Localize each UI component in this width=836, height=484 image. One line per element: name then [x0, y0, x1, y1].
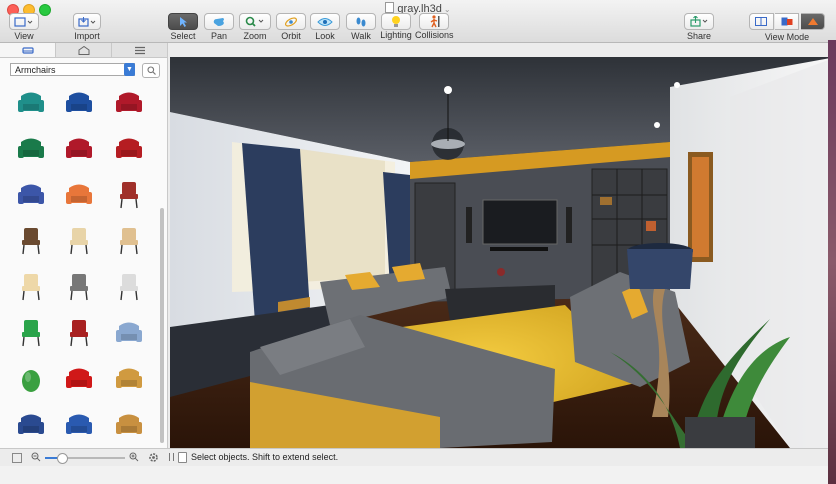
living-room-render — [170, 57, 836, 448]
catalog-scrollbar[interactable] — [160, 208, 164, 443]
furniture-item-armchair-lightblue[interactable] — [112, 315, 146, 349]
collision-figure-icon — [419, 13, 449, 30]
look-label: Look — [315, 31, 335, 41]
furniture-item-armchair-blue[interactable] — [62, 407, 96, 441]
orbit-label: Orbit — [281, 31, 301, 41]
orbit-icon — [276, 13, 306, 30]
furniture-item-chair-beige[interactable] — [62, 223, 96, 257]
furniture-item-armchair-tan[interactable] — [112, 407, 146, 441]
list-icon — [134, 46, 145, 54]
furniture-item-armchair-red[interactable] — [62, 131, 96, 165]
zoom-tool-button[interactable]: Zoom — [239, 13, 271, 41]
desktop-strip — [0, 466, 836, 484]
look-tool-button[interactable]: Look — [310, 13, 340, 41]
pan-tool-button[interactable]: Pan — [204, 13, 234, 41]
furniture-sidebar: Armchairs ▼ — [0, 43, 168, 448]
sofa-icon — [21, 46, 34, 54]
collisions-label: Collisions — [415, 30, 454, 40]
view-mode-control[interactable]: View Mode — [748, 13, 826, 42]
furniture-item-armchair-navy[interactable] — [14, 407, 48, 441]
zoom-in-icon[interactable] — [129, 452, 139, 462]
import-icon — [73, 13, 101, 30]
plan-view-icon[interactable] — [748, 13, 774, 30]
walk-label: Walk — [351, 31, 371, 41]
furniture-item-armchair-blue[interactable] — [62, 85, 96, 119]
view-label: View — [14, 31, 34, 41]
3d-view-canvas[interactable] — [170, 57, 836, 448]
share-button[interactable]: Share — [684, 13, 714, 41]
walk-tool-button[interactable]: Walk — [346, 13, 376, 41]
sidebar-tabs — [0, 43, 167, 58]
furniture-item-chair-white[interactable] — [112, 269, 146, 303]
thumbnail-size-slider[interactable] — [45, 453, 125, 464]
title-bar: gray.lh3d ⌄ View Import Select Pan Zoom O… — [0, 0, 836, 43]
view-mode-label: View Mode — [764, 32, 810, 42]
import-label: Import — [74, 31, 100, 41]
app-window: gray.lh3d ⌄ View Import Select Pan Zoom O… — [0, 0, 836, 484]
magnifier-icon — [239, 13, 271, 30]
hand-icon — [204, 13, 234, 30]
furniture-catalog-grid — [6, 81, 156, 444]
footprints-icon — [346, 13, 376, 30]
furniture-item-armchair-red[interactable] — [112, 131, 146, 165]
collisions-button[interactable]: Collisions — [415, 13, 454, 40]
select-label: Select — [170, 31, 196, 41]
status-message: Select objects. Shift to extend select. — [191, 452, 339, 462]
3d-view-icon[interactable] — [801, 13, 826, 30]
furniture-item-beanbag-green[interactable] — [14, 361, 48, 395]
share-label: Share — [686, 31, 712, 41]
furniture-item-office-chair-gray[interactable] — [62, 269, 96, 303]
view-icon — [9, 13, 39, 30]
view-button[interactable]: View — [9, 13, 39, 41]
select-tool-button[interactable]: Select — [168, 13, 198, 41]
lighting-button[interactable]: Lighting — [380, 13, 412, 40]
furniture-item-chair-beige[interactable] — [14, 269, 48, 303]
furniture-item-armchair-green[interactable] — [14, 131, 48, 165]
tab-list[interactable] — [112, 43, 167, 57]
desktop-background — [828, 40, 836, 484]
furniture-item-chair-red[interactable] — [62, 315, 96, 349]
cursor-arrow-icon — [168, 13, 198, 30]
furniture-item-chair-red[interactable] — [112, 177, 146, 211]
tab-furniture-catalog[interactable] — [0, 43, 56, 57]
furniture-item-armchair-red[interactable] — [62, 361, 96, 395]
furniture-item-chair-beige[interactable] — [112, 223, 146, 257]
search-icon — [146, 66, 156, 75]
category-select[interactable]: Armchairs ▼ — [10, 63, 135, 76]
furniture-item-armchair-teal[interactable] — [14, 85, 48, 119]
eye-icon — [310, 13, 340, 30]
furniture-item-armchair-orange[interactable] — [62, 177, 96, 211]
furniture-item-chair-green[interactable] — [14, 315, 48, 349]
catalog-search-button[interactable] — [142, 63, 160, 78]
furniture-item-armchair-red[interactable] — [112, 85, 146, 119]
document-icon — [385, 2, 395, 13]
panel-toggle-icon[interactable] — [169, 453, 174, 461]
orbit-tool-button[interactable]: Orbit — [276, 13, 306, 41]
sidebar-bottom-bar — [0, 448, 168, 466]
furniture-item-chair-wood[interactable] — [14, 223, 48, 257]
import-button[interactable]: Import — [72, 13, 102, 41]
settings-gear-icon[interactable] — [148, 452, 159, 463]
lightbulb-icon — [381, 13, 411, 30]
zoom-label: Zoom — [243, 31, 267, 41]
house-icon — [78, 45, 89, 55]
category-value: Armchairs — [15, 65, 56, 75]
status-bar: Select objects. Shift to extend select. — [167, 448, 836, 466]
thumbnail-slider-knob[interactable] — [57, 453, 68, 464]
lighting-label: Lighting — [380, 30, 412, 40]
pan-label: Pan — [210, 31, 227, 41]
furniture-item-armchair-tan[interactable] — [112, 361, 146, 395]
status-document-icon — [178, 452, 187, 463]
dropdown-arrow-icon[interactable]: ▼ — [124, 63, 135, 76]
furniture-item-armchair-navy[interactable] — [14, 177, 48, 211]
share-icon — [684, 13, 714, 30]
split-view-icon[interactable] — [775, 13, 800, 30]
zoom-out-icon[interactable] — [31, 452, 41, 462]
sidebar-toggle-icon[interactable] — [12, 453, 22, 463]
tab-building[interactable] — [56, 43, 112, 57]
